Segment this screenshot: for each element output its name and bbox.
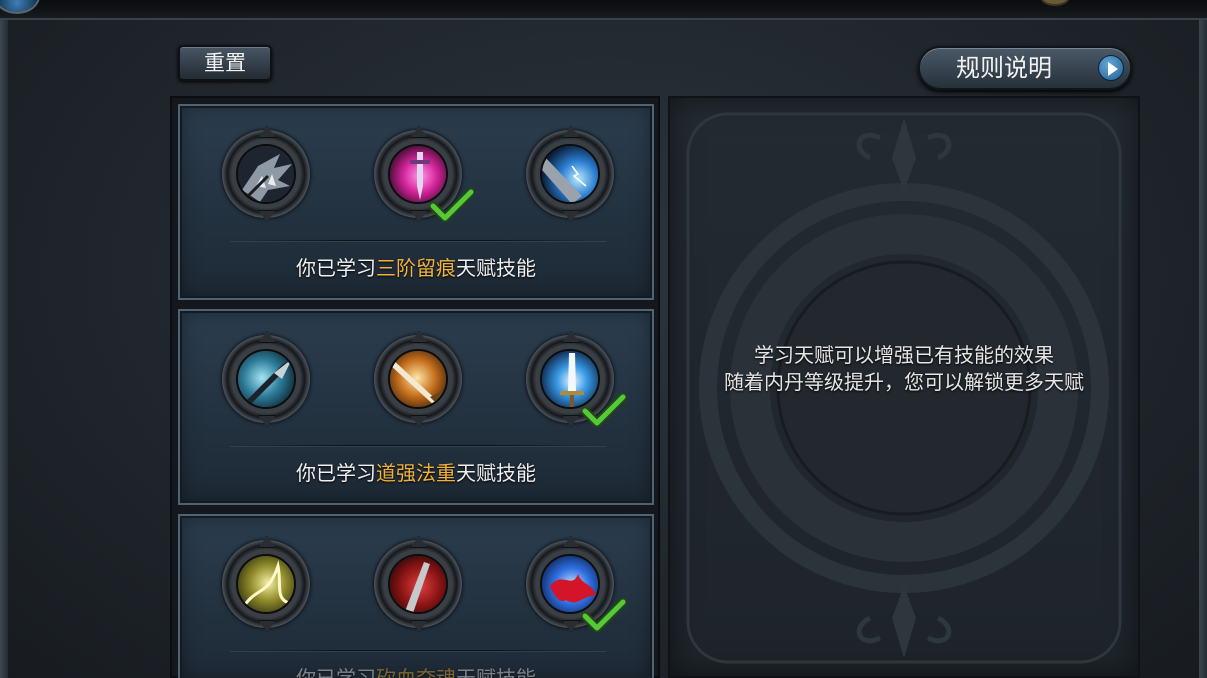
play-arrow-icon bbox=[1098, 55, 1124, 81]
learned-check-icon bbox=[430, 188, 474, 222]
row-divider bbox=[230, 445, 606, 446]
talent-name: 三阶留痕 bbox=[376, 256, 456, 280]
talent-status-prefix: 你已学习 bbox=[296, 461, 376, 485]
skill-slot-spear-strike[interactable] bbox=[222, 335, 310, 423]
talent-list-panel[interactable]: 你已学习三阶留痕天赋技能 你已学习道强法重天赋技能 你已学习砍血夺魂天赋技能 bbox=[170, 96, 660, 678]
row-divider bbox=[230, 650, 606, 651]
talent-info-text: 学习天赋可以增强已有技能的效果 随着内丹等级提升，您可以解锁更多天赋 bbox=[670, 342, 1138, 396]
talent-name: 砍血夺魂 bbox=[376, 666, 456, 678]
reset-button[interactable]: 重置 bbox=[178, 45, 272, 81]
talent-status-suffix: 天赋技能 bbox=[456, 666, 536, 678]
golden-dragon-icon bbox=[236, 554, 296, 614]
learned-check-icon bbox=[582, 598, 626, 632]
frame-right bbox=[1199, 20, 1207, 678]
row-divider bbox=[230, 240, 606, 241]
talent-status-prefix: 你已学习 bbox=[296, 256, 376, 280]
talent-status-text: 你已学习道强法重天赋技能 bbox=[180, 457, 652, 486]
info-line-1: 学习天赋可以增强已有技能的效果 bbox=[754, 343, 1054, 367]
skill-slot-golden-dragon[interactable] bbox=[222, 540, 310, 628]
skill-slot-holy-sword[interactable] bbox=[526, 335, 626, 427]
lightning-blade-icon bbox=[540, 144, 600, 204]
skill-slot-lightning-blade[interactable] bbox=[526, 130, 614, 218]
beast-claw-icon bbox=[236, 144, 296, 204]
talent-status-text: 你已学习三阶留痕天赋技能 bbox=[180, 252, 652, 281]
top-bar bbox=[0, 0, 1207, 20]
rules-button[interactable]: 规则说明 bbox=[918, 46, 1132, 90]
talent-status-suffix: 天赋技能 bbox=[456, 256, 536, 280]
talent-status-prefix: 你已学习 bbox=[296, 666, 376, 678]
skill-slot-blood-blade[interactable] bbox=[374, 540, 462, 628]
spear-strike-icon bbox=[236, 349, 296, 409]
talent-status-suffix: 天赋技能 bbox=[456, 461, 536, 485]
learned-check-icon bbox=[582, 393, 626, 427]
talent-row-2: 你已学习道强法重天赋技能 bbox=[178, 309, 654, 505]
skill-slot-beast-claw[interactable] bbox=[222, 130, 310, 218]
rules-button-label: 规则说明 bbox=[956, 54, 1052, 82]
menu-orb-icon[interactable] bbox=[0, 0, 40, 14]
skill-slot-flaming-sword[interactable] bbox=[374, 335, 462, 423]
info-line-2: 随着内丹等级提升，您可以解锁更多天赋 bbox=[724, 370, 1084, 394]
talent-row-1: 你已学习三阶留痕天赋技能 bbox=[178, 104, 654, 300]
flaming-sword-icon bbox=[388, 349, 448, 409]
talent-status-text: 你已学习砍血夺魂天赋技能 bbox=[180, 662, 652, 678]
blood-blade-icon bbox=[388, 554, 448, 614]
skill-slot-blood-splash[interactable] bbox=[526, 540, 626, 632]
talent-info-panel: 学习天赋可以增强已有技能的效果 随着内丹等级提升，您可以解锁更多天赋 bbox=[668, 96, 1140, 678]
talent-row-3: 你已学习砍血夺魂天赋技能 bbox=[178, 514, 654, 678]
frame-left bbox=[0, 20, 8, 678]
talent-name: 道强法重 bbox=[376, 461, 456, 485]
skill-slot-magic-sword[interactable] bbox=[374, 130, 474, 222]
currency-icon bbox=[1040, 0, 1070, 6]
